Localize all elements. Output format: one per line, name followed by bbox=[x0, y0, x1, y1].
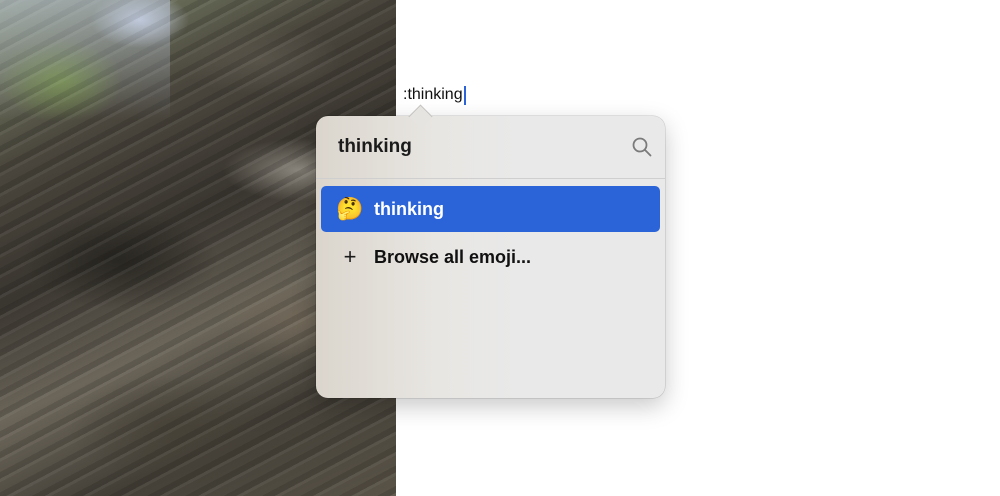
thinking-face-emoji-icon: 🤔 bbox=[336, 196, 364, 221]
browse-all-emoji-item[interactable]: + Browse all emoji... bbox=[321, 234, 660, 280]
emoji-results-list: 🤔 thinking + Browse all emoji... bbox=[321, 186, 660, 282]
search-icon[interactable] bbox=[631, 136, 653, 158]
emoji-search-input[interactable]: thinking bbox=[338, 135, 631, 159]
plus-icon: + bbox=[343, 244, 357, 269]
emoji-picker-popover: thinking 🤔 thinking + Browse all emoji..… bbox=[316, 104, 665, 398]
browse-all-label: Browse all emoji... bbox=[374, 246, 532, 267]
text-caret bbox=[463, 85, 466, 105]
emoji-search-bar[interactable]: thinking bbox=[316, 116, 665, 179]
typed-shortcode[interactable]: :thinking bbox=[403, 85, 466, 105]
emoji-result-label: thinking bbox=[374, 198, 444, 219]
emoji-result-thinking[interactable]: 🤔 thinking bbox=[321, 186, 660, 232]
typed-text: :thinking bbox=[403, 86, 463, 103]
